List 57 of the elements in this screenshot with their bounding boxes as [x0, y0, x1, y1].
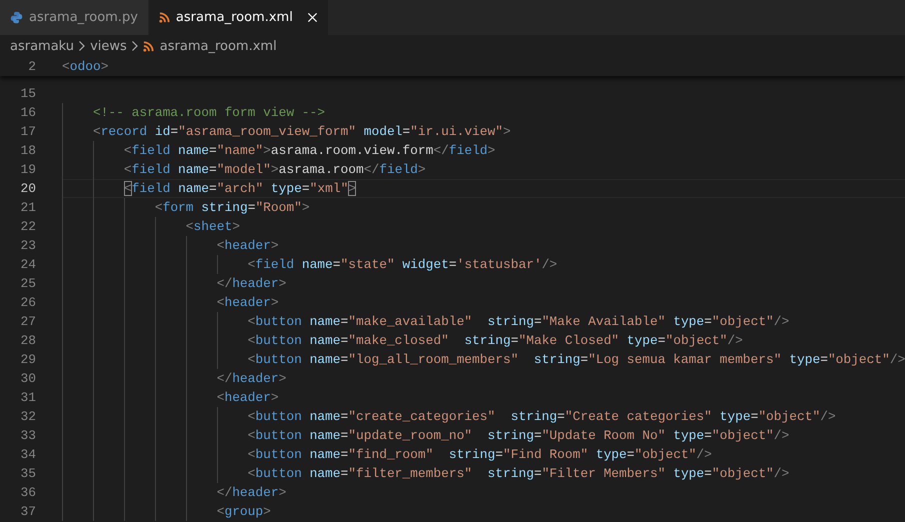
- breadcrumb-item[interactable]: asrama_room.xml: [142, 38, 277, 54]
- close-icon[interactable]: [306, 12, 318, 23]
- code-line: <header>: [216, 237, 279, 254]
- code-line: <header>: [216, 389, 279, 406]
- line-number: 32: [20, 408, 36, 426]
- line-number: 37: [20, 503, 36, 521]
- line-number: 26: [20, 294, 36, 312]
- code-line: <!-- asrama.room form view -->: [92, 104, 326, 121]
- breadcrumb-item[interactable]: asramaku: [10, 38, 74, 54]
- line-number: 33: [20, 427, 36, 445]
- line-number: 2: [27, 58, 36, 76]
- line-number: 16: [20, 104, 36, 122]
- code-line: <header>: [216, 294, 279, 311]
- line-number: 15: [20, 85, 36, 103]
- code-line: <button name="create_categories" string="Create categories" type="object"/>: [246, 408, 836, 425]
- editor-tab[interactable]: asrama_room.xml: [148, 0, 329, 35]
- code-line: </header>: [216, 370, 286, 387]
- line-number: 24: [20, 256, 36, 274]
- line-number: 31: [20, 389, 36, 407]
- line-number: 23: [20, 237, 36, 255]
- chevron-icon: [130, 40, 139, 52]
- code-line: <button name="make_available" string="Make Available" type="object"/>: [246, 313, 790, 330]
- rss-icon: [158, 12, 170, 23]
- line-number: 17: [20, 123, 36, 141]
- code-line: <odoo>: [62, 58, 108, 75]
- line-number: 34: [20, 446, 36, 464]
- code-line: <button name="make_closed" string="Make Closed" type="object"/>: [246, 332, 743, 349]
- editor-tab[interactable]: asrama_room.py: [0, 0, 149, 35]
- line-number: 22: [20, 218, 36, 236]
- line-number: 28: [20, 332, 36, 350]
- rss-icon: [142, 40, 154, 52]
- code-line: <field name="state" widget='statusbar'/>: [246, 256, 558, 273]
- code-line: <button name="find_room" string="Find Room" type="object"/>: [246, 446, 712, 463]
- code-line: <button name="log_all_room_members" string="Log semua kamar members" type="object"/>: [246, 351, 905, 368]
- line-number: 36: [20, 484, 36, 502]
- line-number: 18: [20, 142, 36, 160]
- chevron-icon: [78, 40, 86, 52]
- code-line: <field name="name">asrama.room.view.form</field>: [122, 142, 496, 159]
- code-line: <record id="asrama_room_view_form" model="ir.ui.view">: [92, 123, 511, 140]
- breadcrumb-item[interactable]: views: [90, 38, 127, 54]
- line-number: 25: [20, 275, 36, 293]
- line-number: 20: [20, 180, 36, 198]
- code-line: </header>: [216, 275, 286, 292]
- line-number: 19: [20, 161, 36, 179]
- line-number: 29: [20, 351, 36, 369]
- python-file-icon: [10, 11, 23, 24]
- code-line: <button name="update_room_no" string="Update Room No" type="object"/>: [246, 427, 790, 444]
- line-number: 21: [20, 199, 36, 217]
- line-number: 27: [20, 313, 36, 331]
- code-line: <field name="model">asrama.room</field>: [122, 161, 426, 178]
- line-number: 35: [20, 465, 36, 483]
- line-number: 30: [20, 370, 36, 388]
- code-line: <sheet>: [184, 218, 240, 235]
- code-line: </header>: [216, 484, 286, 501]
- code-line: <button name="filter_members" string="Filter Members" type="object"/>: [246, 465, 790, 482]
- code-line: <form string="Room">: [154, 199, 310, 216]
- code-line: <group>: [216, 503, 271, 520]
